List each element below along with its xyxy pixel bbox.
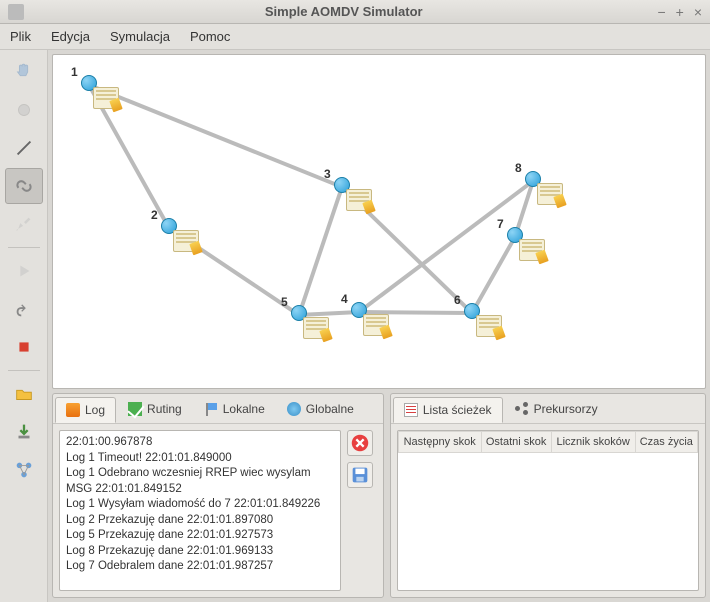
col-last-hop[interactable]: Ostatni skok	[481, 432, 551, 453]
node-tool	[5, 92, 43, 128]
tab-paths-label: Lista ścieżek	[423, 403, 492, 417]
log-output[interactable]: 22:01:00.967878Log 1 Timeout! 22:01:01.8…	[59, 430, 341, 591]
node-note-icon	[537, 183, 563, 205]
tab-local[interactable]: Lokalne	[194, 396, 275, 422]
step-icon	[13, 298, 35, 320]
link-tool[interactable]	[5, 168, 43, 204]
minimize-button[interactable]: −	[657, 4, 665, 20]
titlebar: Simple AOMDV Simulator − + ×	[0, 0, 710, 24]
tab-precursors[interactable]: Prekursorzy	[505, 396, 608, 422]
log-line: Log 1 Wysyłam wiadomość do 7 22:01:01.84…	[66, 497, 334, 513]
left-tabs: Log Ruting Lokalne Globalne	[53, 394, 383, 424]
brush-tool	[5, 206, 43, 242]
paths-table[interactable]: Następny skok Ostatni skok Licznik skokó…	[397, 430, 699, 591]
stop-icon	[13, 336, 35, 358]
save-log-button[interactable]	[347, 462, 373, 488]
node-note-icon	[346, 189, 372, 211]
log-line: Log 7 Odebralem dane 22:01:01.987257	[66, 559, 334, 575]
tab-precursors-label: Prekursorzy	[534, 402, 598, 416]
network-tool[interactable]	[5, 452, 43, 488]
log-line: Log 2 Przekazuję dane 22:01:01.897080	[66, 513, 334, 529]
stop-tool[interactable]	[5, 329, 43, 365]
edge-3-5[interactable]	[297, 186, 344, 315]
node-note-icon	[173, 230, 199, 252]
log-line: Log 8 Przekazuję dane 22:01:01.969133	[66, 544, 334, 560]
paths-panel: Lista ścieżek Prekursorzy Następny skok …	[390, 393, 706, 598]
log-icon	[66, 403, 80, 417]
menu-simulation[interactable]: Symulacja	[110, 29, 170, 44]
node-label-5: 5	[281, 295, 288, 309]
app-icon	[8, 4, 24, 20]
save-tool[interactable]	[5, 414, 43, 450]
toolbar	[0, 50, 48, 602]
tab-paths[interactable]: Lista ścieżek	[393, 397, 503, 423]
node-label-2: 2	[151, 208, 158, 222]
tab-log[interactable]: Log	[55, 397, 116, 423]
local-icon	[204, 402, 218, 416]
menubar: Plik Edycja Symulacja Pomoc	[0, 24, 710, 50]
list-icon	[404, 403, 418, 417]
hand-tool	[5, 54, 43, 90]
tab-local-label: Lokalne	[223, 402, 265, 416]
routing-icon	[128, 402, 142, 416]
line-icon	[13, 137, 35, 159]
log-line: Log 1 Timeout! 22:01:01.849000	[66, 451, 334, 467]
log-line: Log 5 Przekazuję dane 22:01:01.927573	[66, 528, 334, 544]
node-note-icon	[519, 239, 545, 261]
node-label-3: 3	[324, 167, 331, 181]
link-icon	[13, 175, 35, 197]
play-icon	[13, 260, 35, 282]
log-panel: Log Ruting Lokalne Globalne	[52, 393, 384, 598]
save-icon	[13, 421, 35, 443]
step-tool[interactable]	[5, 291, 43, 327]
brush-icon	[13, 213, 35, 235]
right-tabs: Lista ścieżek Prekursorzy	[391, 394, 705, 424]
simulation-canvas[interactable]: 1 2 3 4 5 6 7 8	[52, 54, 706, 389]
node-label-8: 8	[515, 161, 522, 175]
tab-global[interactable]: Globalne	[277, 396, 364, 422]
col-next-hop[interactable]: Następny skok	[398, 432, 481, 453]
node-icon	[13, 99, 35, 121]
delete-icon	[349, 432, 371, 454]
menu-help[interactable]: Pomoc	[190, 29, 230, 44]
line-tool[interactable]	[5, 130, 43, 166]
tab-global-label: Globalne	[306, 402, 354, 416]
node-label-7: 7	[497, 217, 504, 231]
tab-routing-label: Ruting	[147, 402, 182, 416]
close-button[interactable]: ×	[694, 4, 702, 20]
window-controls: − + ×	[657, 4, 702, 20]
share-icon	[515, 402, 529, 416]
node-note-icon	[363, 314, 389, 336]
node-label-1: 1	[71, 65, 78, 79]
node-note-icon	[476, 315, 502, 337]
node-note-icon	[93, 87, 119, 109]
open-icon	[13, 383, 35, 405]
edge-1-3[interactable]	[88, 83, 342, 189]
edge-6-7[interactable]	[470, 236, 516, 314]
play-tool	[5, 253, 43, 289]
clear-log-button[interactable]	[347, 430, 373, 456]
maximize-button[interactable]: +	[676, 4, 684, 20]
window-title: Simple AOMDV Simulator	[30, 4, 657, 19]
edge-4-5[interactable]	[299, 310, 359, 317]
node-label-6: 6	[454, 293, 461, 307]
network-icon	[13, 459, 35, 481]
menu-edit[interactable]: Edycja	[51, 29, 90, 44]
menu-file[interactable]: Plik	[10, 29, 31, 44]
open-tool[interactable]	[5, 376, 43, 412]
log-line: Log 1 Odebrano wczesniej RREP wiec wysyl…	[66, 466, 334, 497]
save-icon	[349, 464, 371, 486]
hand-icon	[13, 61, 35, 83]
col-lifetime[interactable]: Czas życia	[635, 432, 697, 453]
tab-routing[interactable]: Ruting	[118, 396, 192, 422]
tab-log-label: Log	[85, 403, 105, 417]
log-line: 22:01:00.967878	[66, 435, 334, 451]
global-icon	[287, 402, 301, 416]
node-label-4: 4	[341, 292, 348, 306]
col-hop-count[interactable]: Licznik skoków	[551, 432, 635, 453]
node-note-icon	[303, 317, 329, 339]
